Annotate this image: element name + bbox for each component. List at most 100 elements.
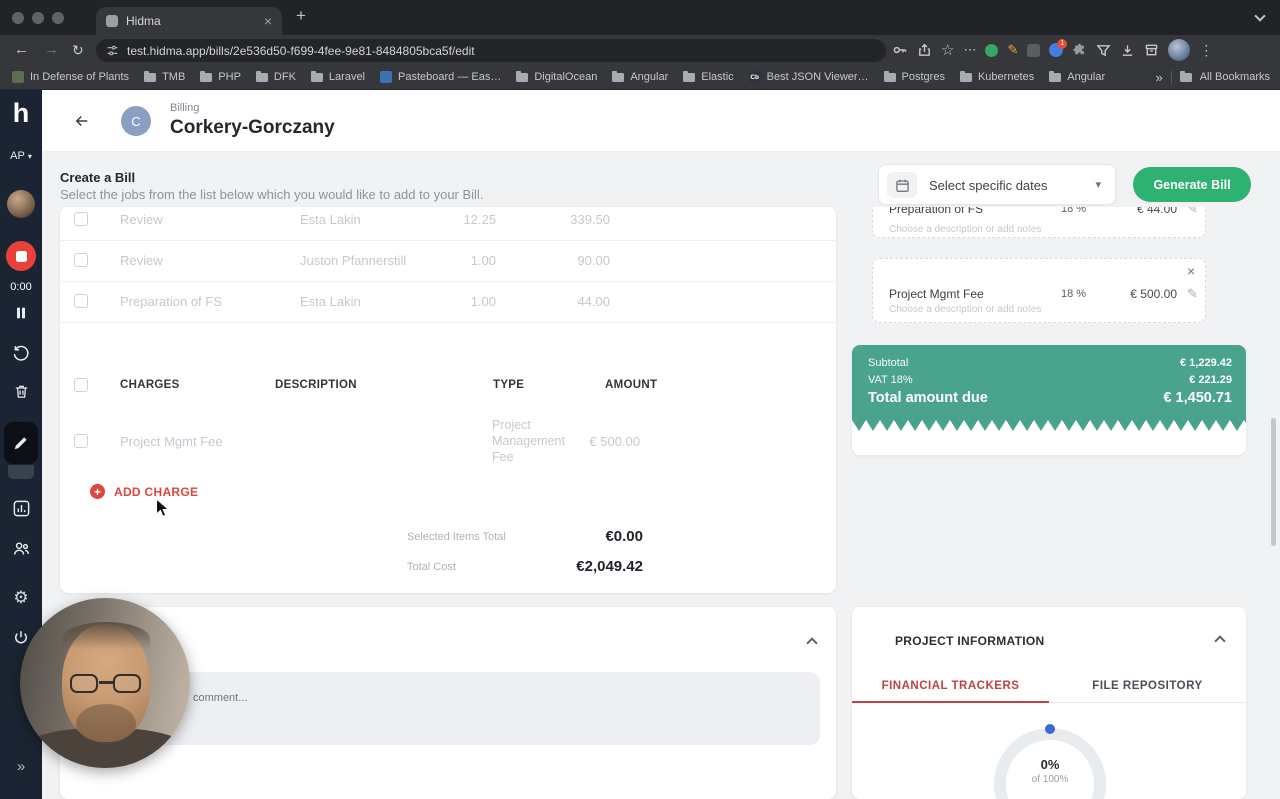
collapse-chevron-icon[interactable] <box>1214 635 1226 647</box>
charge-checkbox[interactable] <box>74 434 88 448</box>
folder-icon <box>144 71 157 82</box>
url-text[interactable]: test.hidma.app/bills/2e536d50-f699-4fee-… <box>127 44 475 58</box>
extensions-puzzle-icon[interactable] <box>1072 43 1087 58</box>
bookmark-item[interactable]: PHP <box>200 71 241 83</box>
reports-nav-button[interactable] <box>0 499 42 518</box>
progress-donut-marker <box>1045 724 1055 734</box>
bookmark-item[interactable]: TMB <box>144 71 185 83</box>
edit-pencil-icon[interactable]: ✎ <box>1187 207 1198 217</box>
bill-item-card-clipped: Preparation of FS Choose a description o… <box>872 207 1206 239</box>
bill-item-note[interactable]: Choose a description or add notes <box>889 304 1041 315</box>
comment-input[interactable] <box>84 672 820 745</box>
draw-tool-active[interactable] <box>4 422 38 464</box>
bookmark-item[interactable]: Laravel <box>310 71 365 83</box>
date-filter-dropdown[interactable]: Select specific dates ▾ <box>878 164 1116 205</box>
add-charge-button[interactable]: ADD CHARGE <box>114 485 198 499</box>
folder-icon <box>310 71 323 82</box>
new-tab-button[interactable]: + <box>296 6 306 26</box>
avatar-photo <box>7 190 35 218</box>
account-switcher[interactable]: AP ▾ <box>0 150 42 162</box>
job-checkbox[interactable] <box>74 253 88 267</box>
edit-pencil-icon[interactable]: ✎ <box>1187 286 1198 302</box>
tab-financial-trackers[interactable]: FINANCIAL TRACKERS <box>852 670 1049 703</box>
folder-icon <box>612 71 625 82</box>
filter-funnel-icon[interactable] <box>1096 43 1111 58</box>
remove-item-icon[interactable]: × <box>1187 263 1195 279</box>
record-stop-button[interactable] <box>0 241 42 271</box>
bookmark-item[interactable]: Postgres <box>883 71 945 83</box>
share-icon[interactable] <box>917 42 932 58</box>
charges-select-all-checkbox[interactable] <box>74 378 88 392</box>
folder-icon <box>516 71 529 82</box>
back-icon[interactable]: ← <box>14 41 29 59</box>
generate-bill-button[interactable]: Generate Bill <box>1133 167 1251 202</box>
collapse-chevron-icon[interactable] <box>806 637 818 649</box>
browser-profile-avatar[interactable] <box>1168 39 1191 61</box>
ext-green-icon[interactable] <box>985 43 999 57</box>
webcam-beard <box>76 704 136 744</box>
bookmark-item[interactable]: DFK <box>255 71 296 83</box>
app-header: C Billing Corkery-Gorczany <box>42 90 1280 152</box>
bookmark-item[interactable]: DigitalOcean <box>516 71 597 83</box>
site-settings-tune-icon[interactable] <box>106 44 119 57</box>
bookmark-item[interactable]: Cb Best JSON Viewer… <box>748 71 869 83</box>
tool-slot[interactable] <box>8 465 34 479</box>
restart-button[interactable] <box>0 344 42 362</box>
folder-icon <box>1179 70 1192 82</box>
bookmark-label: Angular <box>630 71 669 83</box>
team-nav-button[interactable] <box>0 539 42 558</box>
extensions-more-icon[interactable]: ⋯ <box>963 42 976 58</box>
hidma-logo[interactable]: h <box>0 98 42 129</box>
bookmark-label: TMB <box>162 71 186 83</box>
ext-badged-icon[interactable]: 1 <box>1049 39 1068 57</box>
bookmark-item[interactable]: Elastic <box>683 71 734 83</box>
bill-summary-receipt: Subtotal € 1,229.42 VAT 18% € 221.29 Tot… <box>852 345 1246 455</box>
password-key-icon[interactable] <box>892 42 908 58</box>
bookmarks-overflow-icon[interactable]: » <box>1155 70 1162 85</box>
delete-button[interactable] <box>0 383 42 400</box>
tab-favicon-icon <box>106 15 118 27</box>
archive-box-icon[interactable] <box>1144 43 1159 58</box>
back-button[interactable] <box>72 112 92 135</box>
bookmark-label: Pasteboard — Eas… <box>398 71 502 83</box>
bookmark-star-icon[interactable]: ☆ <box>941 41 954 59</box>
bill-item-vat: 18 % <box>1061 288 1087 300</box>
restart-icon <box>13 345 29 361</box>
ext-pencil-icon[interactable]: ✎ <box>1007 42 1018 58</box>
browser-menu-icon[interactable]: ⋮ <box>1199 42 1213 59</box>
tab-title: Hidma <box>126 14 161 28</box>
all-bookmarks-label[interactable]: All Bookmarks <box>1200 71 1270 83</box>
webcam-hair <box>62 622 150 656</box>
forward-icon[interactable]: → <box>44 41 59 59</box>
add-charge-plus-icon[interactable]: + <box>90 484 105 499</box>
job-name: Review <box>120 253 163 268</box>
tab-file-repository[interactable]: FILE REPOSITORY <box>1049 670 1246 703</box>
vat-value: € 221.29 <box>1189 374 1232 386</box>
download-icon[interactable] <box>1120 43 1135 58</box>
bookmarks-bar: In Defense of Plants TMB PHP DFK Laravel… <box>0 65 1280 90</box>
tab-search-chevron-icon[interactable] <box>1254 10 1266 22</box>
ext-disabled-icon[interactable] <box>1027 43 1041 57</box>
bookmark-item[interactable]: Kubernetes <box>959 71 1034 83</box>
bookmark-item[interactable]: In Defense of Plants <box>12 71 129 83</box>
job-checkbox[interactable] <box>74 212 88 226</box>
user-avatar[interactable] <box>0 190 42 218</box>
total-cost-value: €2,049.42 <box>576 558 643 575</box>
browser-tab[interactable]: Hidma × <box>96 7 282 35</box>
tab-close-icon[interactable]: × <box>264 14 272 28</box>
pause-button[interactable] <box>0 305 42 321</box>
scrollbar-thumb[interactable] <box>1271 418 1276 546</box>
window-zoom-button[interactable] <box>52 12 64 24</box>
job-checkbox[interactable] <box>74 294 88 308</box>
bar-chart-icon <box>13 500 29 517</box>
webcam-video[interactable] <box>20 598 190 768</box>
bookmark-item[interactable]: Pasteboard — Eas… <box>380 71 501 83</box>
bill-item-note[interactable]: Choose a description or add notes <box>889 224 1041 235</box>
bookmark-item[interactable]: Angular <box>1049 71 1105 83</box>
address-bar[interactable]: test.hidma.app/bills/2e536d50-f699-4fee-… <box>96 39 886 62</box>
window-minimize-button[interactable] <box>32 12 44 24</box>
bookmark-item[interactable]: Angular <box>612 71 668 83</box>
window-close-button[interactable] <box>12 12 24 24</box>
job-name: Review <box>120 212 163 227</box>
reload-icon[interactable]: ↻ <box>72 41 84 59</box>
